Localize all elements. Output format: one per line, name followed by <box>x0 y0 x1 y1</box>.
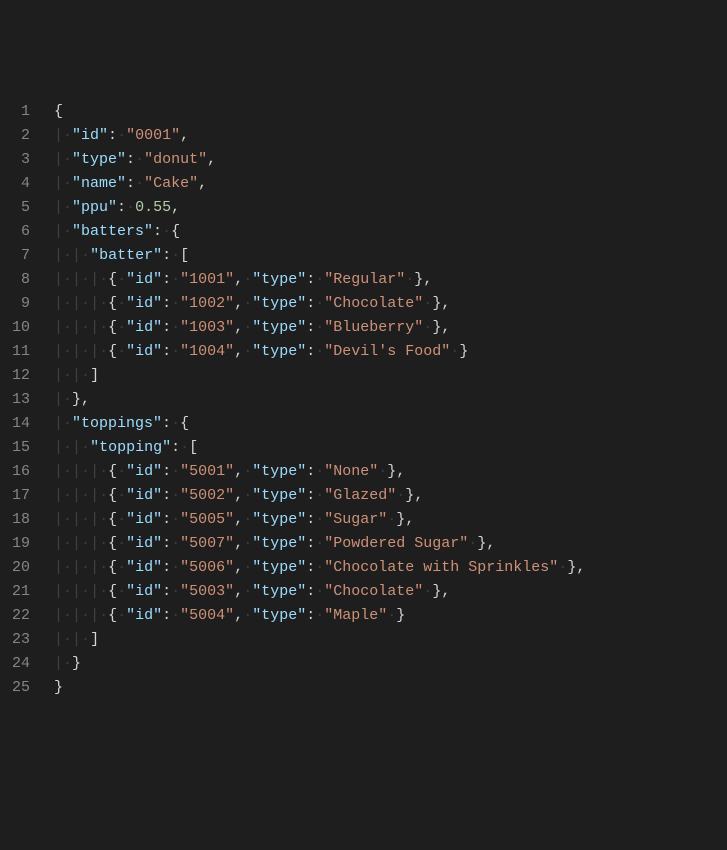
code-line[interactable]: { <box>54 100 727 124</box>
code-line[interactable]: |·|·|·{·"id":·"5005",·"type":·"Sugar"·}, <box>54 508 727 532</box>
line-number: 11 <box>0 340 30 364</box>
code-line[interactable]: |·"id":·"0001", <box>54 124 727 148</box>
code-line[interactable]: |·|·"topping":·[ <box>54 436 727 460</box>
code-area[interactable]: {|·"id":·"0001",|·"type":·"donut",|·"nam… <box>42 96 727 730</box>
code-line[interactable]: |·|·] <box>54 628 727 652</box>
code-line[interactable]: |·}, <box>54 388 727 412</box>
line-number: 17 <box>0 484 30 508</box>
code-line[interactable]: |·|·|·{·"id":·"5006",·"type":·"Chocolate… <box>54 556 727 580</box>
line-number: 12 <box>0 364 30 388</box>
code-line[interactable]: |·|·|·{·"id":·"5007",·"type":·"Powdered … <box>54 532 727 556</box>
line-number: 22 <box>0 604 30 628</box>
line-number: 21 <box>0 580 30 604</box>
line-number: 15 <box>0 436 30 460</box>
code-line[interactable]: |·|·|·{·"id":·"1002",·"type":·"Chocolate… <box>54 292 727 316</box>
code-line[interactable]: } <box>54 676 727 700</box>
code-line[interactable]: |·|·|·{·"id":·"1001",·"type":·"Regular"·… <box>54 268 727 292</box>
line-number: 14 <box>0 412 30 436</box>
line-number: 19 <box>0 532 30 556</box>
line-number: 9 <box>0 292 30 316</box>
line-number: 25 <box>0 676 30 700</box>
line-number: 5 <box>0 196 30 220</box>
code-line[interactable]: |·"name":·"Cake", <box>54 172 727 196</box>
line-number: 8 <box>0 268 30 292</box>
code-editor[interactable]: 1234567891011121314151617181920212223242… <box>0 96 727 730</box>
line-number-gutter: 1234567891011121314151617181920212223242… <box>0 96 42 730</box>
code-line[interactable]: |·|·"batter":·[ <box>54 244 727 268</box>
code-line[interactable]: |·|·|·{·"id":·"5001",·"type":·"None"·}, <box>54 460 727 484</box>
line-number: 1 <box>0 100 30 124</box>
code-line[interactable]: |·} <box>54 652 727 676</box>
line-number: 6 <box>0 220 30 244</box>
line-number: 10 <box>0 316 30 340</box>
code-line[interactable]: |·|·|·{·"id":·"1003",·"type":·"Blueberry… <box>54 316 727 340</box>
code-line[interactable]: |·"ppu":·0.55, <box>54 196 727 220</box>
line-number: 20 <box>0 556 30 580</box>
code-line[interactable]: |·|·|·{·"id":·"5004",·"type":·"Maple"·} <box>54 604 727 628</box>
line-number: 3 <box>0 148 30 172</box>
line-number: 4 <box>0 172 30 196</box>
line-number: 2 <box>0 124 30 148</box>
line-number: 18 <box>0 508 30 532</box>
line-number: 7 <box>0 244 30 268</box>
code-line[interactable]: |·"toppings":·{ <box>54 412 727 436</box>
line-number: 24 <box>0 652 30 676</box>
code-line[interactable]: |·"type":·"donut", <box>54 148 727 172</box>
line-number: 16 <box>0 460 30 484</box>
line-number: 13 <box>0 388 30 412</box>
line-number: 23 <box>0 628 30 652</box>
code-line[interactable]: |·|·|·{·"id":·"5003",·"type":·"Chocolate… <box>54 580 727 604</box>
code-line[interactable]: |·|·] <box>54 364 727 388</box>
code-line[interactable]: |·|·|·{·"id":·"5002",·"type":·"Glazed"·}… <box>54 484 727 508</box>
code-line[interactable]: |·|·|·{·"id":·"1004",·"type":·"Devil's F… <box>54 340 727 364</box>
code-line[interactable]: |·"batters":·{ <box>54 220 727 244</box>
